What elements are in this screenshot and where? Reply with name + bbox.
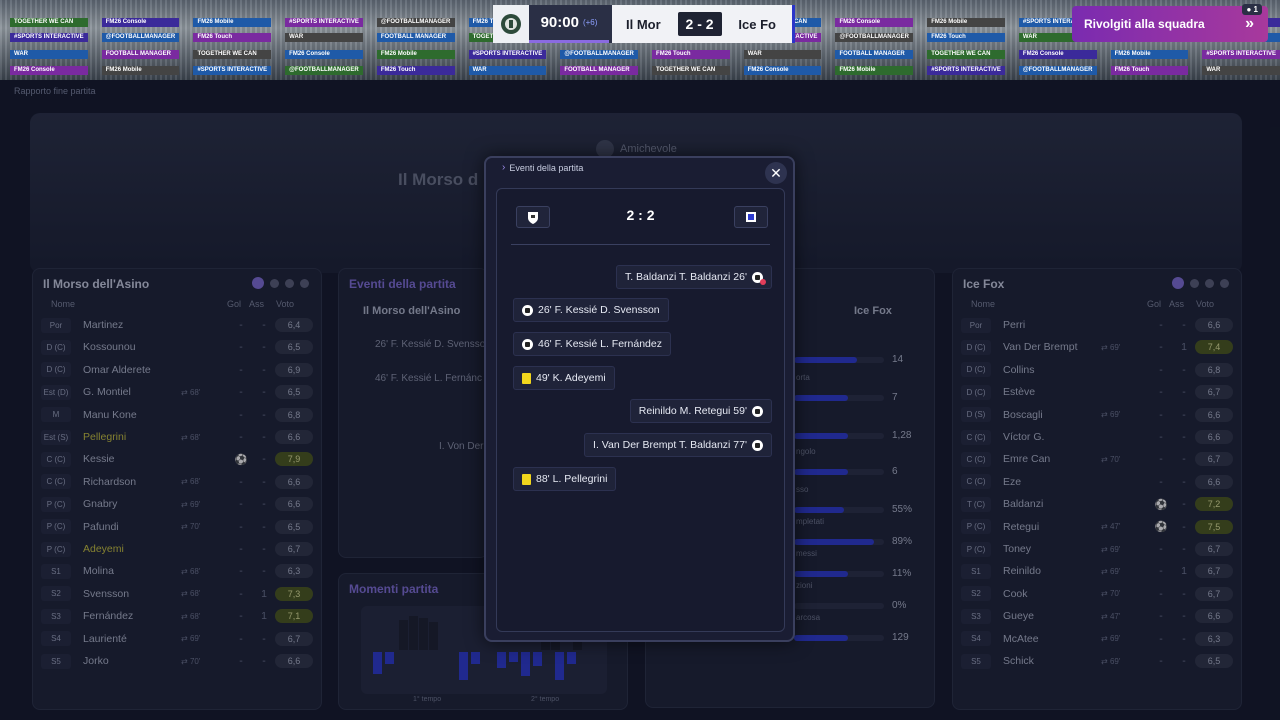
goal-icon — [522, 338, 533, 350]
yellow-card-icon — [522, 473, 531, 485]
match-event[interactable]: 88' L. Pellegrini — [513, 467, 617, 491]
away-team-crest-icon — [734, 206, 768, 228]
person-icon: ● — [1246, 5, 1252, 14]
ad-board: @FOOTBALLMANAGER — [560, 50, 639, 59]
match-event[interactable]: 49' K. Adeyemi — [513, 366, 615, 390]
ad-board: @FOOTBALLMANAGER — [101, 33, 180, 42]
scoreboard: 90:00 (+6) Il Mor 2 - 2 Ice Fo — [493, 5, 795, 43]
badge-count: 1 — [1253, 5, 1258, 14]
added-time: (+6) — [582, 18, 598, 27]
chevron-right-icon: › — [502, 162, 506, 173]
ad-board: FM26 Mobile — [927, 18, 1005, 27]
home-short-name: Il Mor — [626, 16, 661, 32]
event-text: 49' K. Adeyemi — [536, 372, 606, 384]
ad-board: #SPORTS INTERACTIVE — [927, 66, 1005, 75]
match-time: 90:00 — [540, 14, 579, 31]
score-teams: Il Mor 2 - 2 Ice Fo — [609, 5, 795, 43]
goal-icon — [522, 304, 533, 316]
match-event[interactable]: T. Baldanzi T. Baldanzi 26' — [615, 265, 772, 289]
ad-board: @FOOTBALLMANAGER — [1018, 66, 1097, 75]
notification-badge: ● 1 — [1242, 4, 1262, 15]
ad-board: WAR — [1202, 66, 1280, 75]
ad-board: TOGETHER WE CAN — [652, 66, 730, 75]
ad-board: FM26 Console — [1018, 50, 1097, 59]
ad-board: FM26 Touch — [193, 33, 272, 42]
match-clock: 90:00 (+6) — [529, 5, 609, 43]
ad-board: FM26 Touch — [1110, 66, 1189, 75]
ad-board: WAR — [285, 33, 363, 42]
ad-board: TOGETHER WE CAN — [10, 18, 88, 27]
match-event[interactable]: I. Van Der Brempt T. Baldanzi 77' — [584, 433, 772, 457]
ad-board: WAR — [10, 50, 88, 59]
event-text: I. Van Der Brempt T. Baldanzi 77' — [593, 439, 747, 451]
ad-board: FM26 Mobile — [376, 50, 455, 59]
ad-board: #SPORTS INTERACTIVE — [193, 66, 272, 75]
ad-board: FOOTBALL MANAGER — [376, 33, 455, 42]
ad-board: FM26 Mobile — [835, 66, 914, 75]
goal-icon — [752, 439, 763, 451]
modal-content: 2 : 2 T. Baldanzi T. Baldanzi 26' 26' F. … — [496, 188, 785, 632]
match-event[interactable]: Reinildo M. Retegui 59' — [629, 399, 772, 423]
ad-board: FM26 Console — [835, 18, 914, 27]
ad-board: FM26 Mobile — [101, 66, 180, 75]
yellow-card-icon — [522, 372, 531, 384]
event-text: 88' L. Pellegrini — [536, 473, 608, 485]
ad-board: FM26 Touch — [927, 33, 1005, 42]
event-text: 46' F. Kessié L. Fernández — [538, 338, 662, 350]
ad-board: @FOOTBALLMANAGER — [835, 33, 914, 42]
ad-board: FM26 Console — [101, 18, 180, 27]
double-chevron-icon: » — [1245, 15, 1254, 32]
home-crest-icon — [493, 5, 529, 43]
match-event[interactable]: 26' F. Kessié D. Svensson — [513, 298, 669, 322]
match-score: 2 - 2 — [677, 12, 722, 36]
ad-board: FOOTBALL MANAGER — [835, 50, 914, 59]
ad-board: TOGETHER WE CAN — [193, 50, 272, 59]
away-short-name: Ice Fo — [738, 16, 776, 32]
close-button[interactable]: ✕ — [765, 162, 787, 184]
match-events-modal: › Eventi della partita ✕ 2 : 2 T. Baldan… — [484, 156, 795, 642]
ad-board: TOGETHER WE CAN — [927, 50, 1005, 59]
divider — [511, 244, 770, 245]
own-goal-icon — [752, 271, 766, 285]
ad-board: #SPORTS INTERACTIVE — [1202, 50, 1280, 59]
goal-icon — [752, 405, 763, 417]
event-text: T. Baldanzi T. Baldanzi 26' — [624, 271, 747, 283]
ad-board: @FOOTBALLMANAGER — [285, 66, 363, 75]
talk-to-team-label: Rivolgiti alla squadra — [1084, 17, 1205, 31]
ad-board: FOOTBALL MANAGER — [101, 50, 180, 59]
ad-board: FM26 Mobile — [193, 18, 272, 27]
ad-board: FM26 Touch — [376, 66, 455, 75]
event-text: Reinildo M. Retegui 59' — [638, 405, 747, 417]
modal-title: Eventi della partita — [509, 162, 584, 173]
ad-board: #SPORTS INTERACTIVE — [10, 33, 88, 42]
ad-board: WAR — [468, 66, 547, 75]
ad-board: FM26 Console — [10, 66, 88, 75]
ad-board: WAR — [743, 50, 822, 59]
ad-board: FM26 Console — [285, 50, 363, 59]
ad-board: FM26 Touch — [652, 50, 730, 59]
match-event[interactable]: 46' F. Kessié L. Fernández — [513, 332, 671, 356]
talk-to-team-button[interactable]: Rivolgiti alla squadra » ● 1 — [1072, 4, 1268, 42]
modal-header: › Eventi della partita — [502, 162, 583, 173]
event-text: 26' F. Kessié D. Svensson — [538, 304, 660, 316]
ad-board: #SPORTS INTERACTIVE — [285, 18, 363, 27]
ad-board: #SPORTS INTERACTIVE — [468, 50, 547, 59]
close-icon: ✕ — [770, 164, 782, 181]
ad-board: FM26 Mobile — [1110, 50, 1189, 59]
ad-board: FOOTBALL MANAGER — [560, 66, 639, 75]
ad-board: FM26 Console — [743, 66, 822, 75]
ad-board: @FOOTBALLMANAGER — [376, 18, 455, 27]
